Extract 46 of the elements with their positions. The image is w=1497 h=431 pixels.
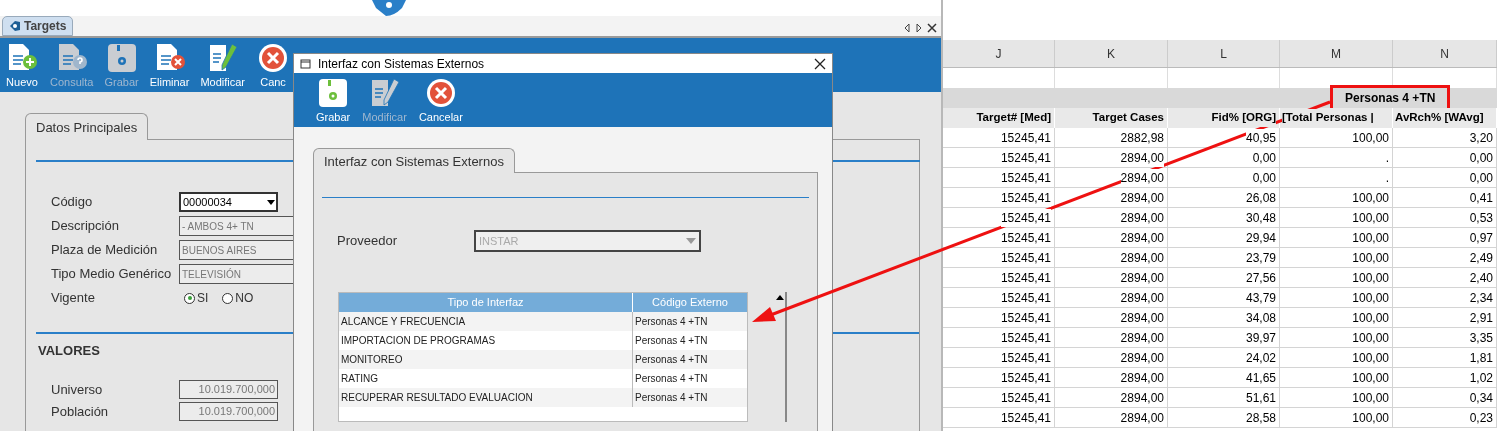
number-field[interactable]: 10.019.700,000	[179, 380, 278, 399]
grid-cell[interactable]: Personas 4 +TN	[633, 369, 747, 388]
field-label: Código	[51, 193, 94, 212]
grid-cell[interactable]: RECUPERAR RESULTADO EVALUACION	[339, 388, 633, 407]
number-field[interactable]: 10.019.700,000	[179, 402, 278, 421]
radio-option[interactable]: SI	[184, 289, 209, 307]
column-letter[interactable]: M	[1280, 40, 1393, 67]
column-letter[interactable]: N	[1393, 40, 1497, 67]
table-cell: 40,95	[1245, 128, 1276, 147]
window-title: Interfaz con Sistemas Externos	[318, 55, 485, 73]
close-icon[interactable]	[927, 23, 937, 33]
field-label: Tipo Medio Genérico	[51, 265, 173, 284]
dropdown-arrow-icon	[686, 238, 696, 244]
dialog-tab[interactable]: Interfaz con Sistemas Externos	[313, 148, 515, 173]
grid-cell[interactable]: Personas 4 +TN	[633, 331, 747, 350]
scroll-right-icon[interactable]	[915, 23, 923, 33]
table-cell: 2894,00	[1120, 168, 1164, 187]
form-tab[interactable]: Datos Principales	[25, 113, 149, 140]
toolbar-button[interactable]: Grabar	[312, 73, 355, 127]
table-cell: 15245,41	[1000, 208, 1051, 227]
grid-cell[interactable]: Personas 4 +TN	[633, 312, 747, 331]
close-icon[interactable]	[814, 57, 826, 70]
document-tab[interactable]: Targets	[2, 16, 74, 36]
column-letter[interactable]: L	[1168, 40, 1280, 67]
window-icon	[300, 57, 312, 70]
field-label: Descripción	[51, 217, 120, 236]
field-label: Plaza de Medición	[51, 241, 159, 260]
grid-cell[interactable]: Personas 4 +TN	[633, 350, 747, 369]
section-heading: VALORES	[38, 343, 100, 358]
toolbar-button[interactable]: Eliminar	[145, 38, 194, 92]
code-dropdown[interactable]: 00000034	[179, 192, 278, 212]
field-label: Proveedor	[337, 232, 398, 251]
field-label: Universo	[51, 380, 104, 399]
toolbar-button[interactable]: Modificar	[196, 38, 250, 92]
column-letter[interactable]: K	[1055, 40, 1168, 67]
grid-cell[interactable]: Personas 4 +TN	[633, 388, 747, 407]
field-label: Población	[51, 402, 110, 421]
scroll-up-icon[interactable]	[775, 295, 784, 300]
scroll-left-icon[interactable]	[903, 23, 911, 33]
toolbar-button[interactable]: Cancelar	[414, 73, 467, 127]
field-label: Vigente	[51, 289, 96, 308]
radio-option[interactable]: NO	[222, 289, 254, 307]
column-letter[interactable]: J	[943, 40, 1055, 67]
toolbar-button[interactable]: Canc	[252, 38, 295, 92]
target-icon	[9, 20, 21, 32]
toolbar-button[interactable]: Nuevo	[1, 38, 43, 92]
